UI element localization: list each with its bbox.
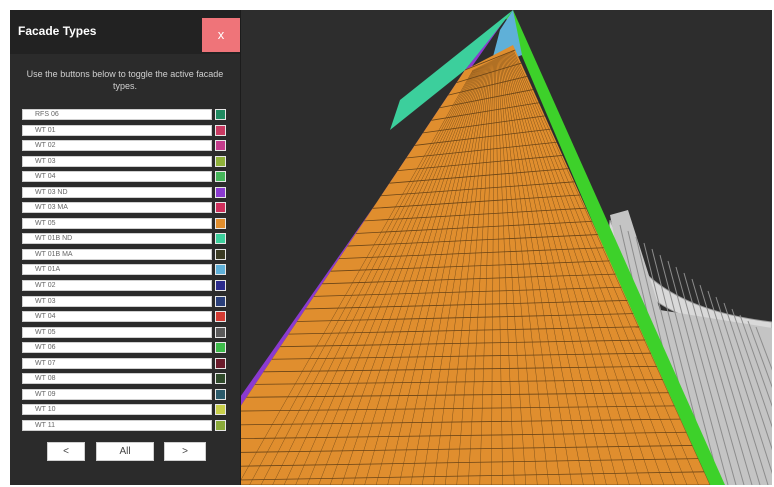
facade-type-color-swatch[interactable]	[215, 404, 226, 416]
facade-type-row: WT 04	[22, 310, 228, 326]
facade-type-button[interactable]: WT 01B ND	[22, 233, 212, 245]
all-button[interactable]: All	[96, 442, 154, 461]
facade-type-button[interactable]: WT 08	[22, 373, 212, 385]
facade-type-color-swatch[interactable]	[215, 342, 226, 354]
facade-type-row: WT 03	[22, 295, 228, 311]
facade-type-row: WT 10	[22, 403, 228, 419]
facade-type-list: RFS 06 WT 01 WT 02 WT 03 WT 04 WT 03 ND WT 03 …	[22, 108, 228, 434]
facade-type-color-swatch[interactable]	[215, 217, 226, 229]
panel-header: Facade Types x	[10, 10, 240, 54]
facade-type-row: WT 04	[22, 170, 228, 186]
facade-type-button[interactable]: WT 02	[22, 280, 212, 292]
facade-type-color-swatch[interactable]	[215, 357, 226, 369]
facade-type-color-swatch[interactable]	[215, 419, 226, 431]
facade-type-button[interactable]: WT 10	[22, 404, 212, 416]
facade-type-color-swatch[interactable]	[215, 140, 226, 152]
facade-type-row: WT 01B MA	[22, 248, 228, 264]
facade-type-button[interactable]: WT 01A	[22, 264, 212, 276]
facade-type-row: WT 05	[22, 326, 228, 342]
facade-type-button[interactable]: WT 01B MA	[22, 248, 212, 260]
facade-type-color-swatch[interactable]	[215, 264, 226, 276]
facade-type-color-swatch[interactable]	[215, 326, 226, 338]
facade-type-button[interactable]: WT 03 ND	[22, 186, 212, 198]
facade-type-row: WT 01	[22, 124, 228, 140]
facade-type-color-swatch[interactable]	[215, 373, 226, 385]
facade-type-button[interactable]: WT 06	[22, 342, 212, 354]
facade-type-color-swatch[interactable]	[215, 202, 226, 214]
facade-type-color-swatch[interactable]	[215, 311, 226, 323]
viewer-window: Facade Types x Use the buttons below to …	[10, 10, 772, 485]
facade-type-color-swatch[interactable]	[215, 295, 226, 307]
facade-types-panel: Facade Types x Use the buttons below to …	[10, 10, 241, 485]
facade-type-row: WT 11	[22, 419, 228, 435]
facade-type-button[interactable]: WT 09	[22, 388, 212, 400]
facade-type-row: WT 01B ND	[22, 232, 228, 248]
facade-type-button[interactable]: WT 03	[22, 295, 212, 307]
facade-type-color-swatch[interactable]	[215, 171, 226, 183]
facade-type-button[interactable]: WT 04	[22, 311, 212, 323]
facade-type-row: WT 07	[22, 357, 228, 373]
facade-type-row: WT 08	[22, 372, 228, 388]
facade-type-button[interactable]: WT 05	[22, 326, 212, 338]
facade-type-color-swatch[interactable]	[215, 186, 226, 198]
facade-type-button[interactable]: WT 11	[22, 419, 212, 431]
facade-type-color-swatch[interactable]	[215, 388, 226, 400]
instructions-text: Use the buttons below to toggle the acti…	[26, 69, 224, 91]
facade-type-row: WT 09	[22, 388, 228, 404]
facade-type-color-swatch[interactable]	[215, 155, 226, 167]
facade-type-button[interactable]: WT 02	[22, 140, 212, 152]
facade-type-row: WT 01A	[22, 263, 228, 279]
facade-type-row: WT 02	[22, 139, 228, 155]
facade-type-color-swatch[interactable]	[215, 248, 226, 260]
next-button[interactable]: >	[164, 442, 206, 461]
facade-type-color-swatch[interactable]	[215, 109, 226, 120]
facade-type-button[interactable]: RFS 06	[22, 109, 212, 120]
facade-type-row: WT 03 ND	[22, 186, 228, 202]
prev-button[interactable]: <	[47, 442, 85, 461]
facade-type-color-swatch[interactable]	[215, 124, 226, 136]
facade-type-row: WT 06	[22, 341, 228, 357]
panel-title: Facade Types	[18, 24, 97, 38]
facade-type-row: WT 03	[22, 155, 228, 171]
facade-type-button[interactable]: WT 04	[22, 171, 212, 183]
facade-type-color-swatch[interactable]	[215, 233, 226, 245]
facade-type-button[interactable]: WT 03 MA	[22, 202, 212, 214]
facade-type-color-swatch[interactable]	[215, 280, 226, 292]
facade-type-button[interactable]: WT 01	[22, 124, 212, 136]
close-button[interactable]: x	[202, 18, 240, 52]
facade-type-button[interactable]: WT 03	[22, 155, 212, 167]
facade-type-button[interactable]: WT 07	[22, 357, 212, 369]
facade-type-button[interactable]: WT 05	[22, 217, 212, 229]
facade-type-row: WT 03 MA	[22, 201, 228, 217]
facade-type-row: WT 05	[22, 217, 228, 233]
facade-type-row: WT 02	[22, 279, 228, 295]
facade-type-row: RFS 06	[22, 108, 228, 124]
